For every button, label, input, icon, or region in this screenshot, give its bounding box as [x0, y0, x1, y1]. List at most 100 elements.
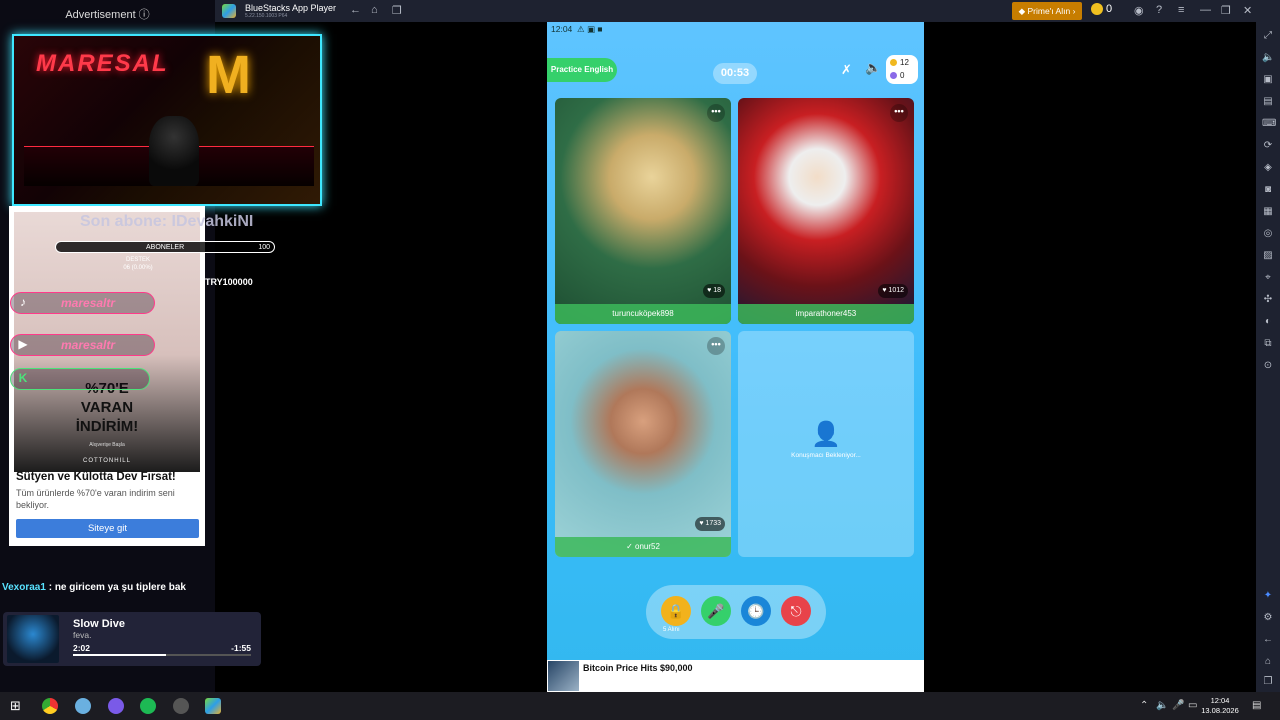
home-icon[interactable]: ⌂: [371, 4, 378, 16]
clock-icon[interactable]: 🕒: [741, 596, 771, 626]
sound-icon[interactable]: 🔈: [865, 60, 883, 78]
speaker-card-1[interactable]: ••• ♥ 18 turuncuköpek898: [555, 98, 731, 324]
android-recent-icon[interactable]: ❐: [1262, 676, 1274, 688]
subscriber-bar-label: ABONELER: [146, 244, 185, 251]
app-version: 5.22.150.1003 P64: [245, 13, 288, 19]
notifications-icon[interactable]: ▤: [1252, 700, 1261, 711]
shake-icon[interactable]: ✣: [1262, 294, 1274, 306]
microphone-icon[interactable]: 🎤: [701, 596, 731, 626]
mic-tray-icon[interactable]: 🎤: [1172, 700, 1184, 711]
apk-icon[interactable]: ▤: [1262, 96, 1274, 108]
obs-icon[interactable]: [173, 698, 189, 714]
exit-icon[interactable]: ⎋: [781, 596, 811, 626]
windows-start-icon[interactable]: ⊞: [10, 698, 21, 714]
youtube-handle: ▶ maresaltr: [10, 334, 155, 356]
more-options-icon[interactable]: •••: [707, 337, 725, 355]
maximize-icon[interactable]: ❐: [1221, 4, 1231, 17]
ad-promo-line3: İNDİRİM!: [75, 418, 139, 435]
eco-icon[interactable]: ◐: [1262, 316, 1274, 328]
stream-banner: MARESAL M: [12, 34, 322, 206]
assistant-icon[interactable]: ✦: [1262, 590, 1274, 602]
layers-icon[interactable]: ⧉: [1262, 338, 1274, 350]
support-bar: DESTEK 06 (0.00%): [68, 256, 208, 274]
coin-balance[interactable]: 0: [1091, 3, 1127, 19]
news-ticker[interactable]: Bitcoin Price Hits $90,000: [547, 660, 924, 692]
taskbar-clock[interactable]: 12:04 13.08.2026: [1200, 696, 1240, 716]
close-icon[interactable]: ✕: [1243, 4, 1252, 17]
media-icon[interactable]: ▨: [1262, 250, 1274, 262]
ad-promo-line2: VARAN: [80, 399, 134, 416]
location-icon[interactable]: ⌖: [1262, 272, 1274, 284]
support-value: 06 (0.00%): [123, 265, 153, 271]
youtube-icon: ▶: [18, 337, 28, 351]
track-progress-fill: [73, 654, 166, 656]
album-art: [7, 615, 59, 663]
account-icon[interactable]: ◉: [1134, 4, 1144, 17]
like-count: ♥ 18: [703, 284, 725, 298]
channel-logo-text: MARESAL: [36, 50, 169, 77]
camera-icon[interactable]: ◙: [1262, 184, 1274, 196]
rotate-icon[interactable]: ⟳: [1262, 140, 1274, 152]
prime-button[interactable]: ◆ Prime'ı Alın ›: [1012, 2, 1082, 20]
spotify-icon[interactable]: [140, 698, 156, 714]
kick-handle: K: [10, 368, 150, 390]
practice-english-button[interactable]: Practice English: [547, 58, 617, 82]
channel-logo-m: M: [206, 45, 251, 105]
news-title: Bitcoin Price Hits $90,000: [583, 663, 693, 673]
room-timer: 00:53: [713, 63, 757, 84]
android-back-icon[interactable]: ←: [1262, 634, 1274, 646]
more-options-icon[interactable]: •••: [707, 104, 725, 122]
help-icon[interactable]: ?: [1156, 4, 1162, 16]
coin-icon: [890, 59, 897, 67]
donation-goal: TRY100000: [205, 277, 253, 287]
now-playing-widget: Slow Dive feva. 2:02 -1:55: [3, 612, 261, 666]
bluestacks-x-icon[interactable]: [75, 698, 91, 714]
track-elapsed: 2:02: [73, 643, 91, 653]
ad-body: Tüm ürünlerde %70'e varan indirim seni b…: [16, 488, 175, 510]
lock-caption: 5 Alını: [663, 627, 680, 633]
gamepad-icon[interactable]: ◈: [1262, 162, 1274, 174]
android-home-icon[interactable]: ⌂: [1262, 656, 1274, 668]
multi-instance-icon[interactable]: ❐: [392, 4, 402, 17]
tray-expand-icon[interactable]: ⌃: [1140, 700, 1148, 711]
settings-icon[interactable]: ⚙: [1262, 612, 1274, 624]
volume-icon[interactable]: 🔈: [1156, 700, 1168, 711]
app-screen: 12:04 ⚠ ▣ ■ Practice English 00:53 ✗ 🔈 1…: [547, 22, 924, 692]
menu-icon[interactable]: ≡: [1178, 4, 1184, 16]
more-options-icon[interactable]: •••: [890, 104, 908, 122]
speaker-icon[interactable]: 🔈: [1262, 52, 1274, 64]
chrome-icon[interactable]: [42, 698, 58, 714]
bluestacks-logo-icon: [222, 4, 236, 18]
empty-speaker-slot[interactable]: 👤 Konuşmacı Bekleniyor...: [738, 331, 914, 557]
app-title: BlueStacks App Player: [245, 3, 337, 13]
bluestacks-icon[interactable]: [205, 698, 221, 714]
lock-icon[interactable]: 🔒: [661, 596, 691, 626]
macro-icon[interactable]: ⊙: [1262, 360, 1274, 372]
tiktok-icon: ♪: [20, 295, 26, 309]
like-count: ♥ 1012: [878, 284, 908, 298]
chat-username: Vexoraa1: [2, 582, 46, 593]
track-remaining: -1:55: [231, 643, 251, 653]
expand-icon[interactable]: ⤢: [1262, 30, 1274, 42]
back-icon[interactable]: ←: [350, 4, 361, 16]
discord-icon[interactable]: [108, 698, 124, 714]
tools-icon[interactable]: ✗: [841, 62, 852, 78]
controls-icon[interactable]: ▣: [1262, 74, 1274, 86]
wallet-balance[interactable]: 12 0: [886, 55, 918, 84]
speaker-card-2[interactable]: ••• ♥ 1012 imparathoner453: [738, 98, 914, 324]
tiktok-handle: ♪ maresaltr: [10, 292, 155, 314]
kick-icon: K: [18, 371, 28, 385]
gem-icon: [890, 72, 897, 80]
speaker-name: ✓ onur52: [555, 537, 731, 557]
waiting-person-icon: 👤: [811, 421, 841, 448]
keyboard-icon[interactable]: ⌨: [1262, 118, 1276, 130]
ad-cta-button[interactable]: Siteye git: [16, 519, 199, 538]
network-icon[interactable]: ▭: [1188, 700, 1197, 711]
call-controls: 🔒 5 Alını 🎤 🕒 ⎋: [646, 585, 826, 639]
advertisement-label: Advertisement ⓘ: [65, 9, 150, 21]
record-icon[interactable]: ◎: [1262, 228, 1274, 240]
screenshot-icon[interactable]: ▦: [1262, 206, 1274, 218]
speaker-card-3[interactable]: ••• ♥ 1733 ✓ onur52: [555, 331, 731, 557]
minimize-icon[interactable]: —: [1200, 4, 1211, 16]
speaker-name: imparathoner453: [738, 304, 914, 324]
